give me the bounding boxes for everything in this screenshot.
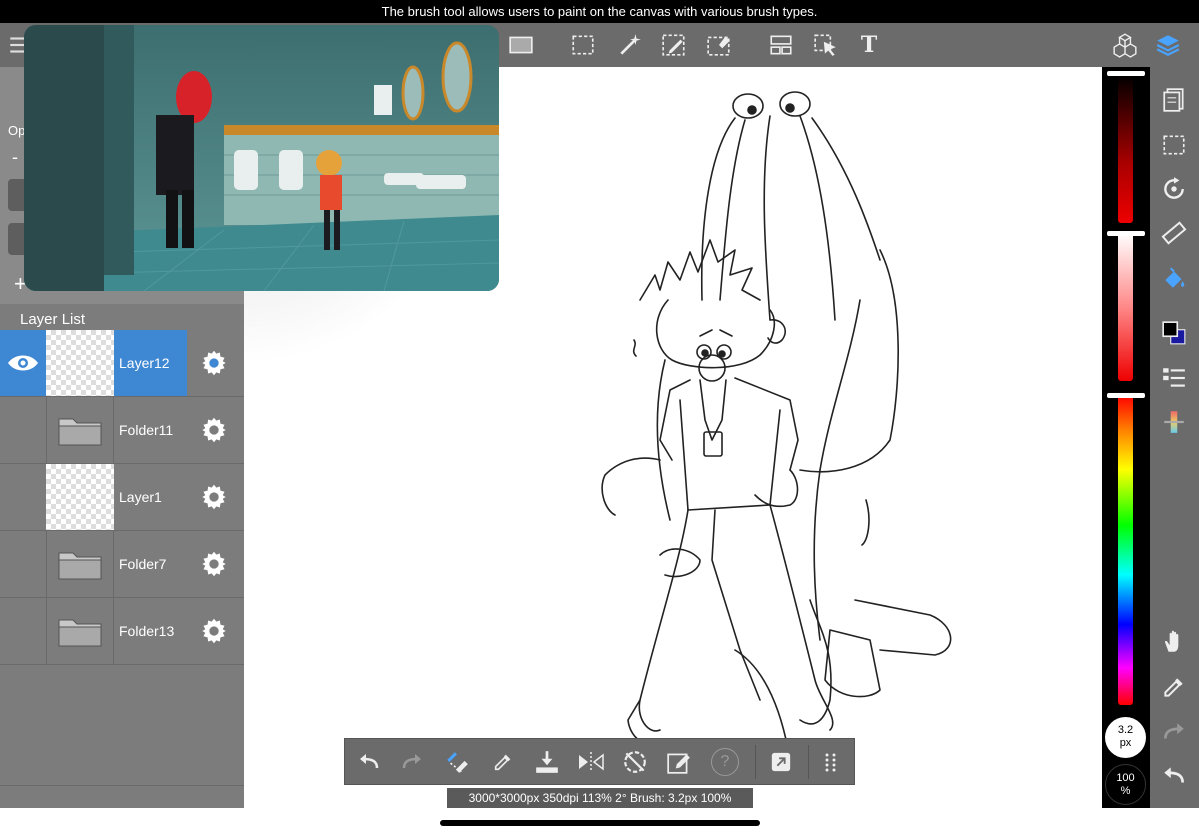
- redo-icon[interactable]: [1159, 717, 1189, 747]
- layer-name: Folder7: [119, 556, 167, 572]
- undo-icon[interactable]: [1159, 761, 1189, 791]
- layer-row-layer12[interactable]: Layer12: [0, 330, 244, 397]
- tool-tip-text: The brush tool allows users to paint on …: [381, 4, 818, 19]
- redo-icon[interactable]: [398, 748, 426, 776]
- opacity-minus-button[interactable]: -: [12, 147, 18, 168]
- layer-thumbnail: [46, 330, 114, 396]
- layer-name: Layer12: [114, 330, 187, 396]
- folder-icon: [46, 598, 114, 664]
- brush-eraser-icon[interactable]: [443, 748, 471, 776]
- brightness-slider-thumb[interactable]: [1107, 71, 1145, 76]
- tool-tip-bar: The brush tool allows users to paint on …: [0, 0, 1199, 23]
- list-icon[interactable]: [1159, 363, 1189, 393]
- hue-slider[interactable]: [1118, 395, 1133, 705]
- gear-icon[interactable]: [200, 550, 228, 578]
- gear-icon[interactable]: [200, 617, 228, 645]
- visibility-toggle[interactable]: [0, 464, 46, 530]
- undo-icon[interactable]: [355, 748, 383, 776]
- gear-icon[interactable]: [200, 349, 228, 377]
- bottom-toolbar: ?: [344, 738, 855, 785]
- video-frame: [24, 25, 499, 291]
- selection-icon[interactable]: [1159, 130, 1189, 160]
- saturation-slider-thumb[interactable]: [1107, 231, 1145, 236]
- materials-icon[interactable]: [1109, 29, 1141, 61]
- layer-list-title: Layer List: [20, 311, 86, 328]
- text-tool-label: T: [860, 32, 878, 58]
- pages-icon[interactable]: [1159, 85, 1189, 115]
- layer-row-folder13[interactable]: Folder13: [0, 598, 244, 665]
- magic-wand-icon[interactable]: [614, 29, 646, 61]
- color-sliders: 3.2 px 100 %: [1102, 67, 1150, 808]
- home-indicator[interactable]: [440, 820, 760, 826]
- brush-opacity-unit: %: [1120, 785, 1131, 797]
- toolbar-divider: [755, 745, 756, 779]
- help-label: ?: [720, 753, 730, 770]
- brush-size-value: 3.2: [1117, 724, 1134, 736]
- brightness-slider[interactable]: [1118, 75, 1133, 223]
- gear-icon[interactable]: [200, 416, 228, 444]
- canvas-status-bar: 3000*3000px 350dpi 113% 2° Brush: 3.2px …: [447, 788, 753, 808]
- brush-size-unit: px: [1119, 737, 1132, 749]
- visibility-toggle[interactable]: [0, 531, 46, 597]
- help-icon[interactable]: ?: [711, 748, 739, 776]
- opacity-label: Op: [8, 123, 26, 138]
- eyedropper-icon[interactable]: [489, 748, 517, 776]
- edit-icon[interactable]: [665, 748, 693, 776]
- layer-row-folder11[interactable]: Folder11: [0, 397, 244, 464]
- saturation-slider[interactable]: [1118, 233, 1133, 381]
- marquee-select-icon[interactable]: [567, 29, 599, 61]
- color-swap-icon[interactable]: [1159, 318, 1189, 348]
- status-text: 3000*3000px 350dpi 113% 2° Brush: 3.2px …: [468, 791, 732, 805]
- layers-icon[interactable]: [1152, 29, 1184, 61]
- gear-icon[interactable]: [200, 483, 228, 511]
- hand-icon[interactable]: [1159, 627, 1189, 657]
- eyedropper-icon[interactable]: [1159, 672, 1189, 702]
- brush-size-button[interactable]: 3.2 px: [1105, 717, 1146, 758]
- eye-icon: [8, 355, 38, 371]
- import-icon[interactable]: [533, 748, 561, 776]
- layer-thumbnail: [46, 464, 114, 530]
- right-toolbar: [1150, 67, 1199, 808]
- visibility-toggle[interactable]: [0, 598, 46, 664]
- grid-icon[interactable]: [817, 748, 845, 776]
- brush-opacity-value: 100: [1116, 772, 1135, 784]
- visibility-toggle[interactable]: [0, 330, 46, 396]
- rotate-icon[interactable]: [1159, 174, 1189, 204]
- gradient-icon[interactable]: [1159, 407, 1189, 437]
- folder-icon: [46, 397, 114, 463]
- layer-row-folder7[interactable]: Folder7: [0, 531, 244, 598]
- layer-name: Folder13: [119, 623, 175, 639]
- brush-opacity-button[interactable]: 100 %: [1105, 764, 1146, 805]
- visibility-toggle[interactable]: [0, 397, 46, 463]
- share-icon[interactable]: [767, 748, 795, 776]
- ruler-icon[interactable]: [1159, 218, 1189, 248]
- move-icon[interactable]: [810, 29, 842, 61]
- pen-select-icon[interactable]: [658, 29, 690, 61]
- fill-bucket-icon[interactable]: [1159, 263, 1189, 293]
- toolbar-divider: [808, 745, 809, 779]
- picture-in-picture-video[interactable]: [24, 25, 499, 291]
- eraser-select-icon[interactable]: [703, 29, 735, 61]
- flip-icon[interactable]: [577, 748, 605, 776]
- layer-row-layer1[interactable]: Layer1: [0, 464, 244, 531]
- layer-name: Folder11: [119, 422, 174, 438]
- fill-rect-icon[interactable]: [505, 29, 537, 61]
- layer-name: Layer1: [119, 489, 162, 505]
- text-tool-icon[interactable]: T: [853, 29, 885, 61]
- panel-divider: [0, 785, 244, 786]
- rotate-reset-icon[interactable]: [621, 748, 649, 776]
- folder-icon: [46, 531, 114, 597]
- transform-icon[interactable]: [765, 29, 797, 61]
- hue-slider-thumb[interactable]: [1107, 393, 1145, 398]
